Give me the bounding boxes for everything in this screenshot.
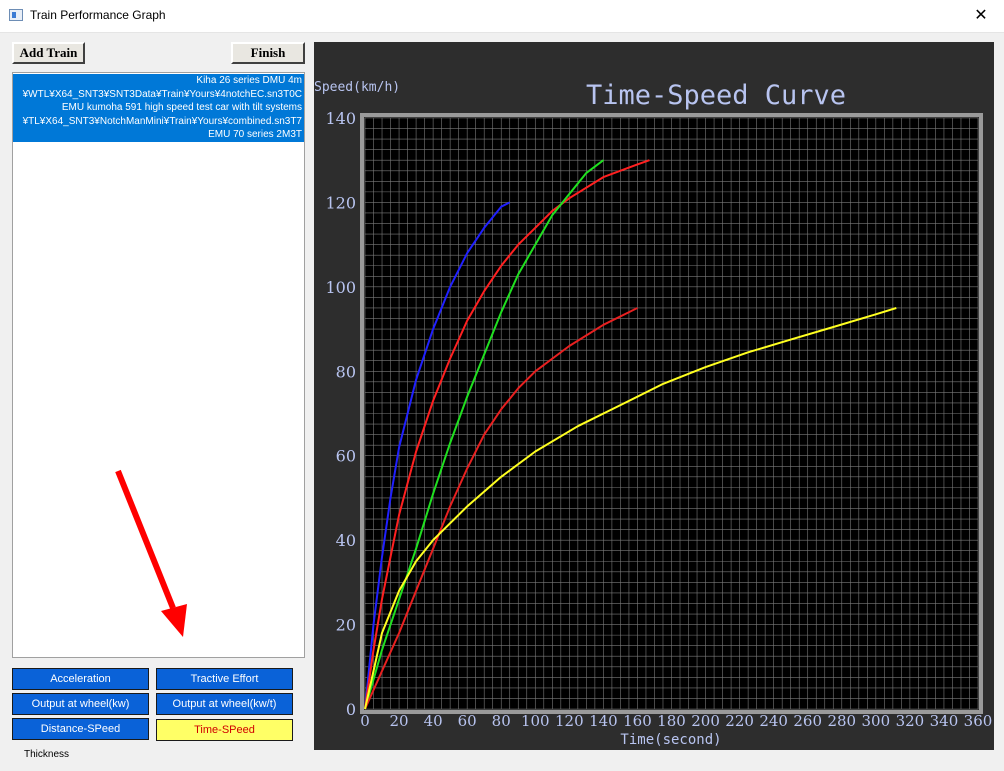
annotation-arrow-icon bbox=[115, 469, 187, 637]
x-tick-label: 60 bbox=[458, 712, 477, 730]
x-tick-label: 200 bbox=[691, 712, 720, 730]
chart-canvas: Speed(km/h) Time-Speed Curve Time(second… bbox=[314, 80, 993, 748]
x-tick-label: 320 bbox=[896, 712, 925, 730]
x-tick-label: 140 bbox=[589, 712, 618, 730]
x-tick-label: 20 bbox=[390, 712, 409, 730]
x-tick-label: 40 bbox=[424, 712, 443, 730]
x-tick-label: 260 bbox=[793, 712, 822, 730]
x-tick-label: 220 bbox=[725, 712, 754, 730]
x-tick-label: 240 bbox=[759, 712, 788, 730]
train-list-item[interactable]: Kiha 26 series DMU 4m bbox=[13, 74, 304, 88]
x-tick-label: 160 bbox=[623, 712, 652, 730]
window-title: Train Performance Graph bbox=[30, 8, 166, 22]
distance-speed-button[interactable]: Distance-SPeed bbox=[12, 718, 149, 740]
y-tick-label: 40 bbox=[336, 531, 356, 550]
add-train-button[interactable]: Add Train bbox=[12, 42, 85, 64]
y-tick-label: 140 bbox=[325, 109, 356, 128]
train-list-item[interactable]: EMU kumoha 591 high speed test car with … bbox=[13, 101, 304, 115]
y-tick-label: 80 bbox=[336, 362, 356, 381]
tractive-effort-button[interactable]: Tractive Effort bbox=[156, 668, 293, 690]
train-list-item[interactable]: EMU 70 series 2M3T bbox=[13, 128, 304, 142]
x-tick-label: 280 bbox=[827, 712, 856, 730]
output-kw-button[interactable]: Output at wheel(kw) bbox=[12, 693, 149, 715]
time-speed-chart: Speed(km/h) Time-Speed Curve Time(second… bbox=[314, 42, 994, 750]
x-tick-label: 100 bbox=[521, 712, 550, 730]
app-icon bbox=[9, 9, 23, 21]
finish-button[interactable]: Finish bbox=[231, 42, 305, 64]
train-list-item[interactable]: ¥WTL¥X64_SNT3¥SNT3Data¥Train¥Yours¥4notc… bbox=[13, 87, 304, 101]
output-kwt-button[interactable]: Output at wheel(kw/t) bbox=[156, 693, 293, 715]
x-tick-label: 340 bbox=[930, 712, 959, 730]
title-bar: Train Performance Graph ✕ bbox=[0, 0, 1004, 33]
x-tick-label: 120 bbox=[555, 712, 584, 730]
y-tick-label: 60 bbox=[336, 447, 356, 466]
y-tick-label: 0 bbox=[346, 700, 356, 719]
x-tick-label: 360 bbox=[964, 712, 993, 730]
y-tick-label: 100 bbox=[325, 278, 356, 297]
y-tick-label: 120 bbox=[325, 193, 356, 212]
x-tick-label: 180 bbox=[657, 712, 686, 730]
x-tick-label: 300 bbox=[862, 712, 891, 730]
y-tick-label: 20 bbox=[336, 616, 356, 635]
train-list-item[interactable]: ¥TL¥X64_SNT3¥NotchManMini¥Train¥Yours¥co… bbox=[13, 114, 304, 128]
time-speed-button[interactable]: Time-SPeed bbox=[156, 719, 293, 741]
x-tick-label: 80 bbox=[492, 712, 511, 730]
close-button[interactable]: ✕ bbox=[958, 0, 1004, 31]
acceleration-button[interactable]: Acceleration bbox=[12, 668, 149, 690]
thickness-label: Thickness bbox=[24, 749, 70, 760]
chart-ylabel: Speed(km/h) bbox=[314, 80, 400, 95]
x-tick-label: 0 bbox=[360, 712, 370, 730]
chart-title: Time-Speed Curve bbox=[586, 80, 846, 111]
chart-xlabel: Time(second) bbox=[620, 732, 721, 748]
